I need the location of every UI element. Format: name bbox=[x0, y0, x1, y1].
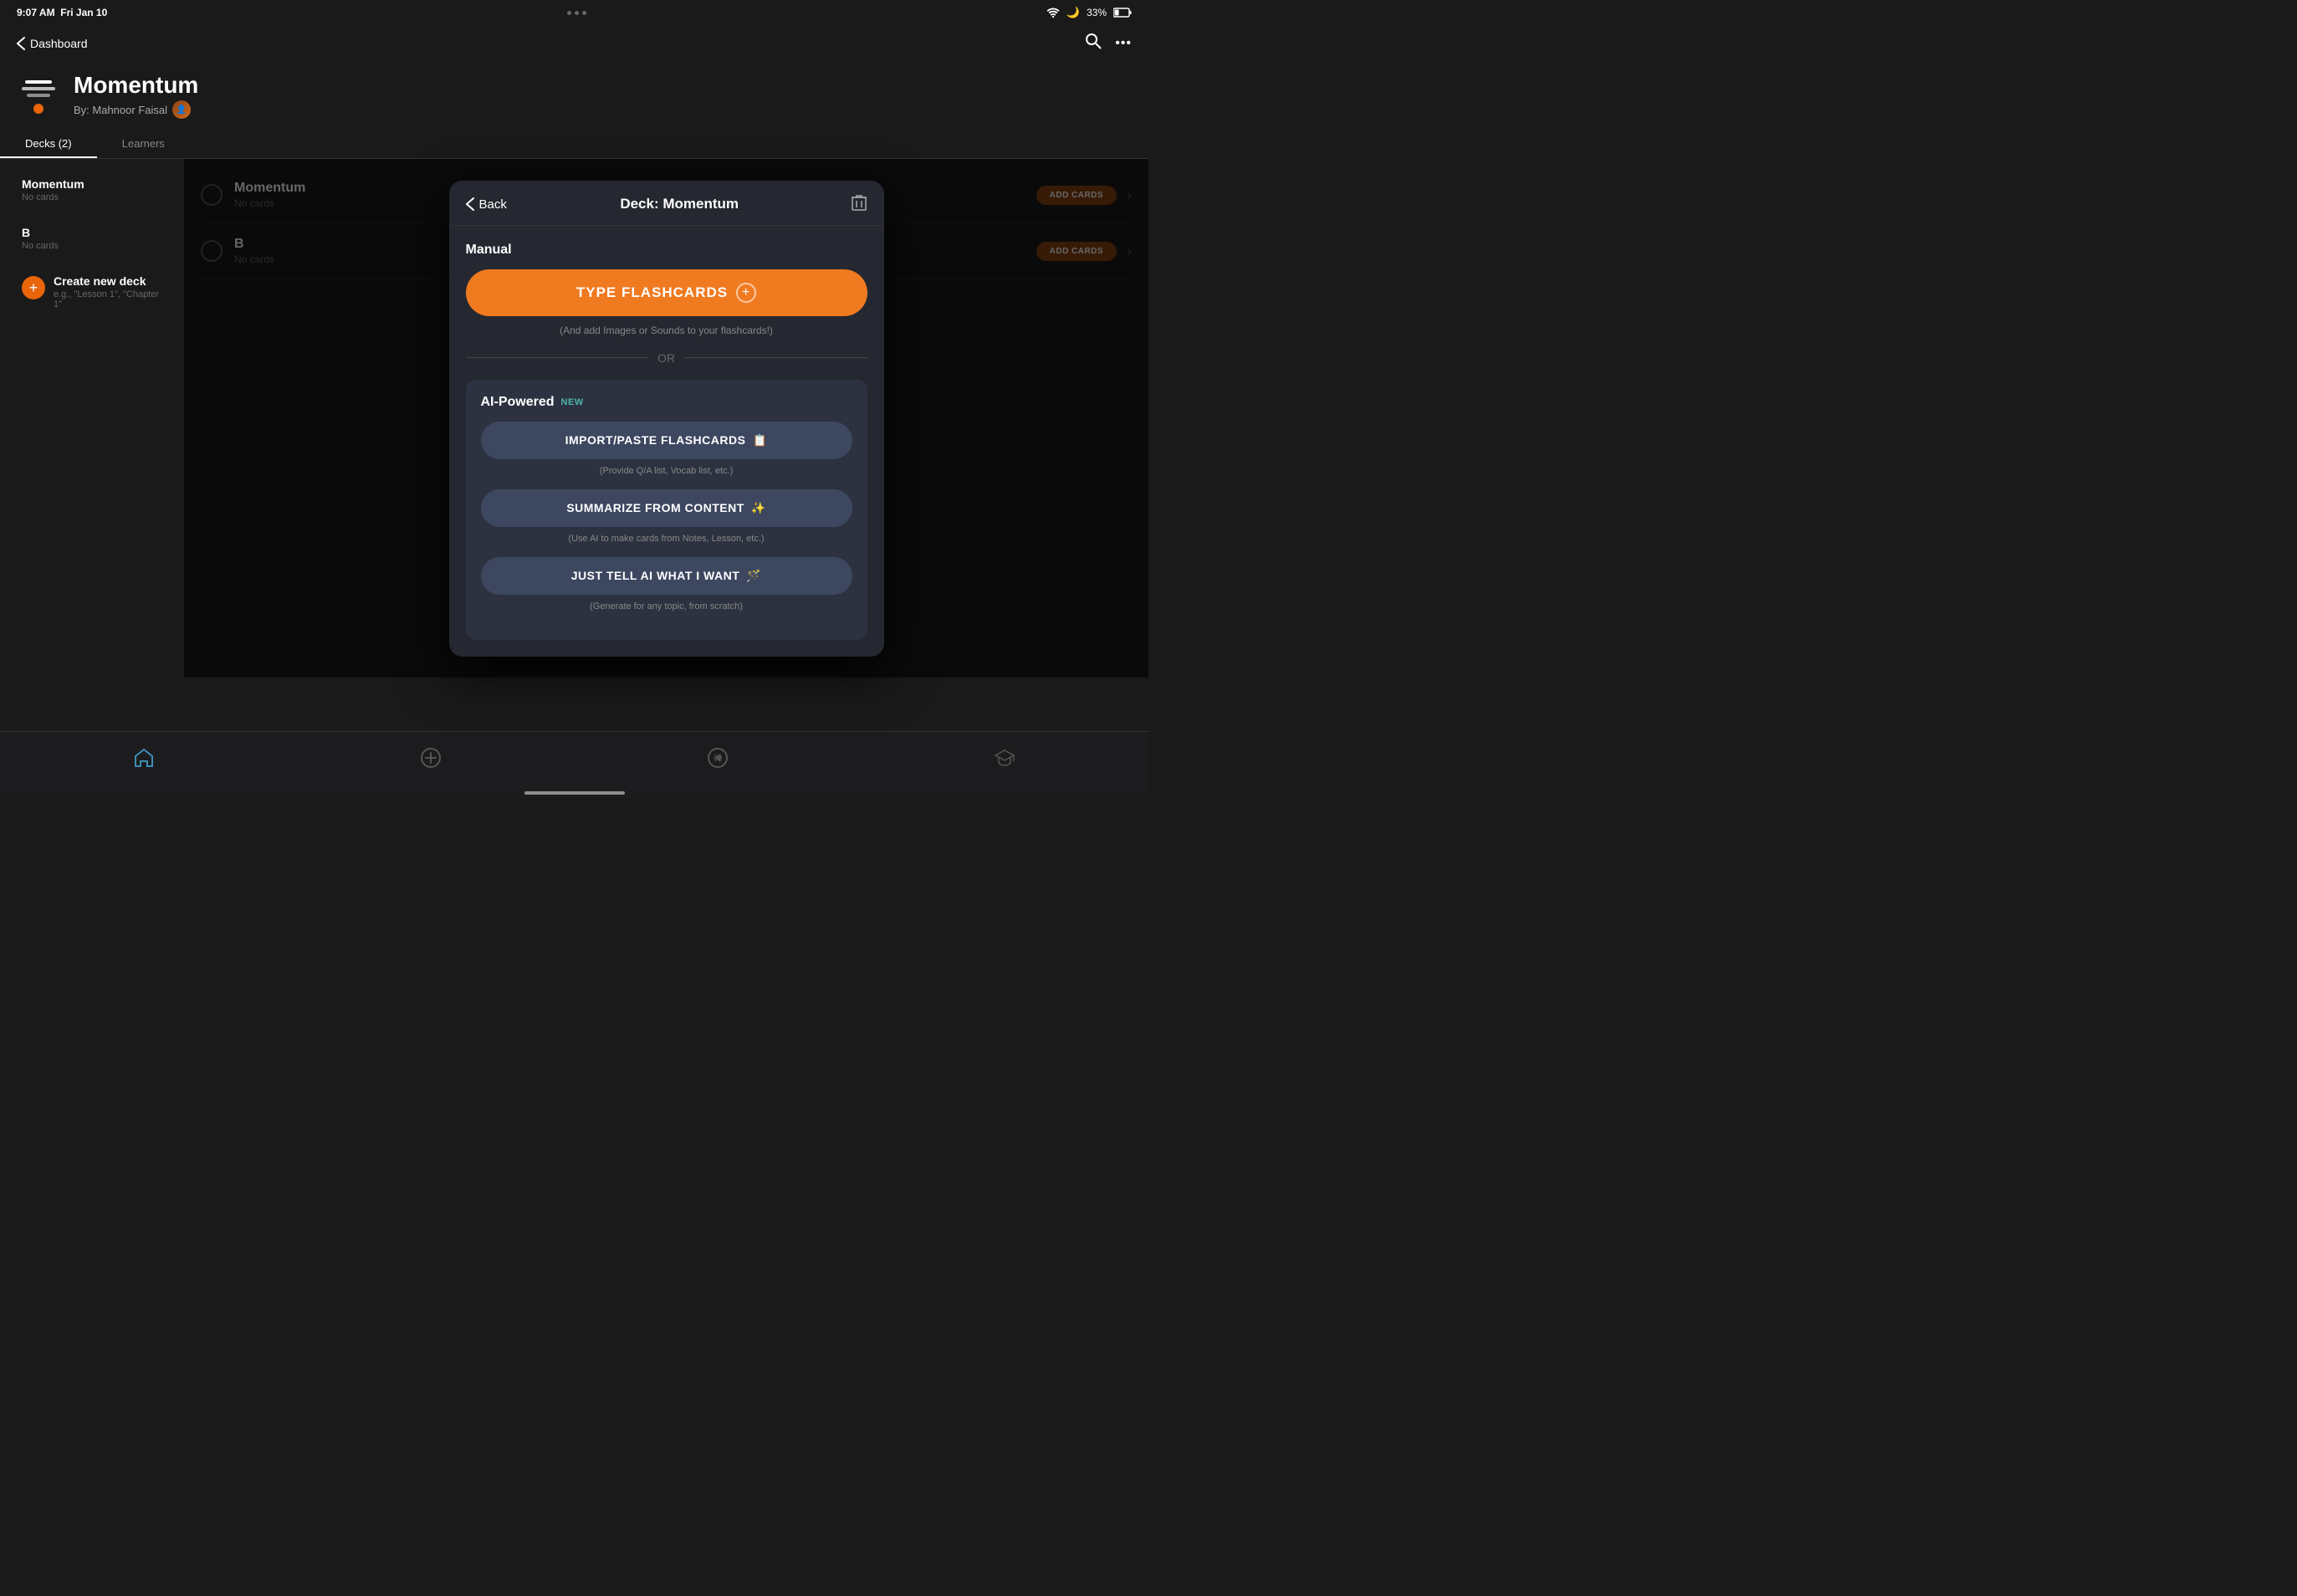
new-badge: NEW bbox=[561, 397, 584, 407]
compass-icon bbox=[707, 747, 729, 775]
modal-overlay: Back Deck: Momentum bbox=[184, 159, 1148, 678]
import-icon: 📋 bbox=[752, 433, 767, 448]
nav-right-buttons: ••• bbox=[1085, 33, 1132, 54]
status-center bbox=[567, 11, 586, 15]
back-chevron-icon bbox=[17, 37, 25, 50]
add-icon bbox=[420, 747, 442, 775]
bottom-tab-home[interactable] bbox=[133, 747, 155, 775]
sidebar-deck-count: No cards bbox=[22, 192, 162, 202]
tab-row: Decks (2) Learners bbox=[0, 129, 1148, 159]
modal-back-chevron-icon bbox=[466, 197, 474, 211]
create-icon: + bbox=[22, 276, 45, 299]
back-to-dashboard[interactable]: Dashboard bbox=[17, 37, 88, 50]
summarize-icon: ✨ bbox=[751, 501, 766, 515]
main-content: Momentum No cards B No cards + Create ne… bbox=[0, 159, 1148, 678]
user-avatar: 👤 bbox=[172, 100, 191, 119]
dot-2 bbox=[575, 11, 579, 15]
battery-icon bbox=[1113, 8, 1132, 18]
sidebar-deck-name: Momentum bbox=[22, 177, 162, 191]
add-cards-modal: Back Deck: Momentum bbox=[449, 181, 884, 657]
bottom-tab-explore[interactable] bbox=[707, 747, 729, 775]
manual-section-label: Manual bbox=[466, 243, 867, 258]
sidebar-deck-b[interactable]: B No cards bbox=[8, 216, 176, 261]
or-divider: OR bbox=[466, 351, 867, 365]
sidebar: Momentum No cards B No cards + Create ne… bbox=[0, 159, 184, 678]
wifi-icon bbox=[1046, 8, 1060, 18]
right-content: Momentum No cards ADD CARDS › B No cards… bbox=[184, 159, 1148, 678]
battery-percent: 33% bbox=[1087, 7, 1107, 18]
tab-decks[interactable]: Decks (2) bbox=[0, 129, 97, 158]
bottom-tab-add[interactable] bbox=[420, 747, 442, 775]
modal-body: Manual TYPE FLASHCARDS + (And add Images… bbox=[449, 226, 884, 657]
dot-3 bbox=[582, 11, 586, 15]
app-title: Momentum bbox=[74, 72, 198, 99]
more-options-icon[interactable]: ••• bbox=[1115, 36, 1132, 51]
search-icon[interactable] bbox=[1085, 33, 1102, 54]
ai-powered-section: AI-Powered NEW IMPORT/PASTE FLASHCARDS 📋… bbox=[466, 380, 867, 640]
home-icon bbox=[133, 747, 155, 775]
just-tell-ai-button[interactable]: JUST TELL AI WHAT I WANT 🪄 bbox=[481, 557, 852, 595]
import-paste-flashcards-button[interactable]: IMPORT/PASTE FLASHCARDS 📋 bbox=[481, 422, 852, 459]
nav-bar: Dashboard ••• bbox=[0, 25, 1148, 62]
import-paste-hint: (Provide Q/A list, Vocab list, etc.) bbox=[481, 466, 852, 476]
just-tell-ai-hint: (Generate for any topic, from scratch) bbox=[481, 601, 852, 611]
tab-learners[interactable]: Learners bbox=[97, 129, 190, 158]
modal-header: Back Deck: Momentum bbox=[449, 181, 884, 226]
sidebar-deck-b-count: No cards bbox=[22, 241, 162, 251]
moon-icon: 🌙 bbox=[1067, 6, 1080, 19]
modal-title: Deck: Momentum bbox=[620, 196, 739, 212]
app-header: Momentum By: Mahnoor Faisal 👤 bbox=[0, 62, 1148, 129]
sidebar-deck-momentum[interactable]: Momentum No cards bbox=[8, 167, 176, 212]
summarize-from-content-button[interactable]: SUMMARIZE FROM CONTENT ✨ bbox=[481, 489, 852, 527]
create-deck-label: Create new deck bbox=[54, 274, 162, 288]
status-time: 9:07 AM Fri Jan 10 bbox=[17, 7, 107, 18]
bottom-tab-bar bbox=[0, 731, 1148, 798]
type-flashcards-hint: (And add Images or Sounds to your flashc… bbox=[466, 325, 867, 336]
home-indicator bbox=[524, 791, 625, 795]
modal-back-button[interactable]: Back bbox=[466, 197, 507, 212]
status-right: 🌙 33% bbox=[1046, 6, 1132, 19]
plus-circle-icon: + bbox=[736, 283, 756, 303]
delete-deck-button[interactable] bbox=[852, 194, 867, 215]
graduation-icon bbox=[994, 747, 1015, 775]
create-deck-hint: e.g., "Lesson 1", "Chapter 1" bbox=[54, 289, 162, 309]
app-subtitle: By: Mahnoor Faisal 👤 bbox=[74, 100, 198, 119]
create-new-deck[interactable]: + Create new deck e.g., "Lesson 1", "Cha… bbox=[8, 264, 176, 320]
sidebar-deck-b-name: B bbox=[22, 226, 162, 239]
status-bar: 9:07 AM Fri Jan 10 🌙 33% bbox=[0, 0, 1148, 25]
summarize-hint: (Use AI to make cards from Notes, Lesson… bbox=[481, 534, 852, 544]
type-flashcards-button[interactable]: TYPE FLASHCARDS + bbox=[466, 269, 867, 316]
app-title-section: Momentum By: Mahnoor Faisal 👤 bbox=[74, 72, 198, 119]
dot-1 bbox=[567, 11, 571, 15]
bottom-tab-study[interactable] bbox=[994, 747, 1015, 775]
magic-wand-icon: 🪄 bbox=[746, 569, 761, 583]
ai-section-label: AI-Powered NEW bbox=[481, 395, 852, 410]
app-logo bbox=[17, 74, 60, 117]
